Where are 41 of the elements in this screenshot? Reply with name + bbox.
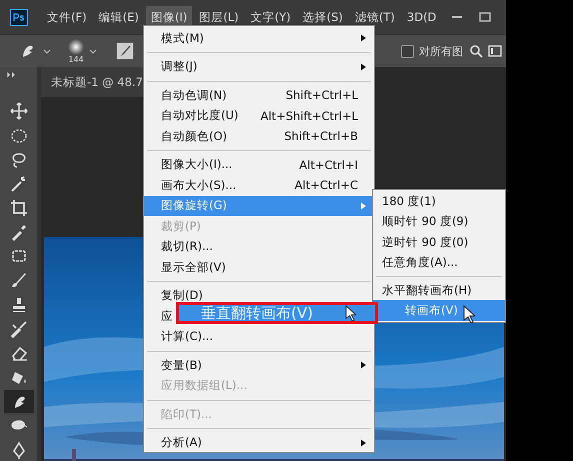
menu-item[interactable]: 显示全部(V) [144, 257, 374, 278]
menu-item[interactable]: 图层(L) [194, 6, 244, 28]
panel-icon[interactable] [488, 44, 502, 58]
callout-tooltip: 垂直翻转画布(V) [176, 302, 378, 324]
menu-item[interactable]: 画布大小(S)... Alt+Ctrl+C [144, 175, 374, 196]
collapse-icon[interactable] [6, 71, 18, 79]
brush-panel-icon[interactable] [116, 42, 134, 60]
checkbox-label: 对所有图 [419, 44, 463, 58]
submenu-arrow-icon [361, 438, 366, 447]
app-logo-icon [10, 8, 28, 26]
menu-item[interactable]: 任意角度(A)... [373, 252, 505, 272]
menu-item[interactable]: 自动对比度(U) Alt+Shift+Ctrl+L [144, 106, 374, 126]
menu-item[interactable]: 变量(B) [144, 355, 374, 376]
menu-item[interactable]: 逆时针 90 度(0) [373, 232, 505, 252]
submenu-arrow-icon [361, 361, 366, 370]
submenu-arrow-icon [361, 62, 366, 71]
menu-item[interactable]: 180 度(1) [373, 191, 505, 212]
menu-item[interactable]: 水平翻转画布(H) [373, 280, 505, 300]
cursor-icon [345, 305, 356, 321]
submenu-arrow-icon [361, 202, 366, 210]
maximize-icon[interactable] [478, 10, 492, 24]
menu-item[interactable]: 文件(F) [42, 6, 92, 28]
menu-item[interactable]: 选择(S) [298, 6, 348, 28]
search-icon[interactable] [469, 44, 483, 58]
menu-item[interactable]: 分析(A) [144, 432, 374, 453]
menu-item[interactable]: 3D(D [402, 6, 442, 28]
checkbox[interactable] [401, 44, 414, 58]
menu-item[interactable]: 文字(Y) [246, 6, 296, 28]
menu-item[interactable]: 顺时针 90 度(9) [373, 211, 505, 232]
menu-item[interactable]: 滤镜(T) [350, 6, 400, 28]
menu-item[interactable]: 裁切(R)... [144, 236, 374, 257]
menu-item[interactable]: 自动颜色(O) Shift+Ctrl+B [144, 126, 374, 146]
submenu-arrow-icon [361, 34, 366, 42]
menu-item[interactable]: 编辑(E) [94, 6, 144, 28]
cursor-icon [463, 305, 475, 323]
menu-item[interactable]: 模式(M) [144, 28, 374, 48]
menu-item[interactable]: 图像大小(I)... Alt+Ctrl+I [144, 154, 374, 175]
brush-size: 144 [68, 54, 84, 64]
brush-preview-icon[interactable] [68, 38, 84, 54]
smudge-icon[interactable] [4, 390, 34, 413]
menu-item[interactable]: 计算(C)... [144, 326, 374, 347]
